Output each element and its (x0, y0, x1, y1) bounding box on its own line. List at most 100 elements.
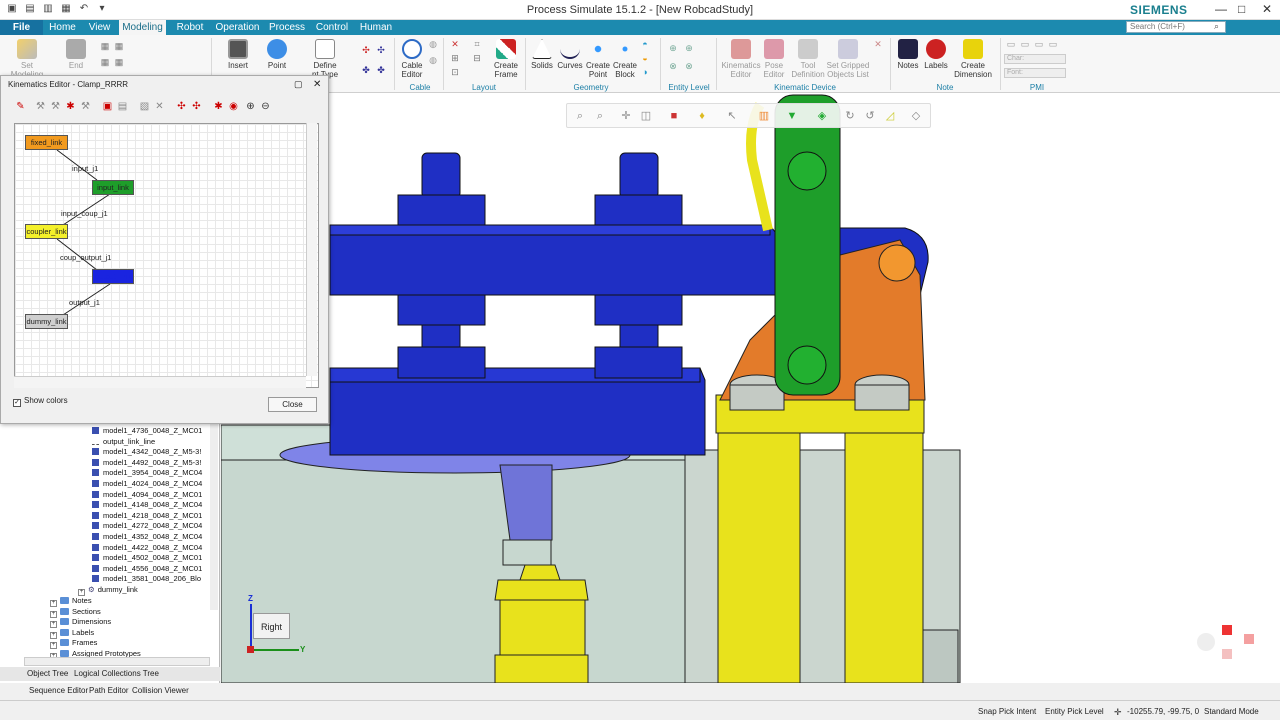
define-joint-type-button[interactable]: Definent Type (303, 39, 347, 79)
tree-item[interactable]: model1_3581_0048_206_Blo (92, 574, 201, 583)
tab-object-tree[interactable]: Object Tree (27, 669, 68, 678)
pmi-tool-icon[interactable]: ▭ (1048, 39, 1058, 49)
tree-item[interactable]: model1_4272_0048_Z_MC04 (92, 521, 202, 530)
link-tool-icon[interactable]: ⚒ (79, 100, 92, 113)
navigation-cube-icon[interactable] (1194, 620, 1264, 665)
placement-icon[interactable]: ◇ (909, 109, 923, 123)
zoom-out-icon[interactable]: ⊖ (259, 100, 272, 113)
graph-horizontal-scrollbar[interactable] (14, 376, 306, 388)
open-jog-icon[interactable]: ◉ (227, 100, 240, 113)
tree-item-dummy-link[interactable]: + ⚙ dummy_link (78, 585, 138, 596)
tab-sequence-editor[interactable]: Sequence Editor (29, 686, 88, 695)
layout-tool-icon[interactable]: ✕ (450, 39, 460, 49)
tree-item[interactable]: model1_4736_0048_Z_MC01 (92, 426, 202, 435)
cable-editor-button[interactable]: Cable Editor (398, 39, 426, 79)
minimize-icon[interactable]: — (1215, 2, 1227, 16)
properties-icon[interactable]: ▤ (116, 100, 129, 113)
tab-collision-viewer[interactable]: Collision Viewer (132, 686, 189, 695)
pick-level-icon[interactable]: ▼ (785, 109, 799, 123)
close-button[interactable]: Close (268, 397, 317, 412)
tab-home[interactable]: Home (45, 20, 80, 35)
zoom-icon[interactable]: ⌕ (593, 109, 607, 123)
entity-level-icon[interactable]: ⊗ (684, 61, 694, 71)
snap-icon[interactable]: ◈ (815, 109, 829, 123)
link-node-fixed[interactable]: fixed_link (25, 135, 68, 150)
entity-level-icon[interactable]: ⊕ (684, 43, 694, 53)
tab-logical-collections-tree[interactable]: Logical Collections Tree (74, 669, 159, 678)
point-cloud-button[interactable]: Point (255, 39, 299, 70)
zoom-in-icon[interactable]: ⊕ (244, 100, 257, 113)
tree-item[interactable]: model1_4556_0048_Z_MC01 (92, 564, 202, 573)
tree-item[interactable]: model1_4024_0048_Z_MC04 (92, 479, 202, 488)
set-tcp-icon[interactable]: ✣ (190, 100, 203, 113)
tree-folder[interactable]: + Dimensions (50, 617, 111, 629)
joint-label-output[interactable]: output_j1 (69, 298, 100, 307)
pan-icon[interactable]: ✛ (619, 109, 633, 123)
link-node-input[interactable]: input_link (92, 180, 134, 195)
close-dialog-icon[interactable]: ✕ (313, 79, 321, 90)
tree-item[interactable]: model1_4094_0048_Z_MC01 (92, 490, 202, 499)
tab-robot[interactable]: Robot (170, 20, 210, 35)
expand-icon[interactable]: + (78, 589, 85, 596)
tree-item[interactable]: model1_4502_0048_Z_MC01 (92, 553, 202, 562)
small-tool-icon[interactable]: ▦ (114, 41, 124, 51)
tree-item[interactable]: model1_3954_0048_Z_MC04 (92, 468, 202, 477)
measure-icon[interactable]: ◿ (883, 109, 897, 123)
tab-control[interactable]: Control (312, 20, 352, 35)
pmi-tool-icon[interactable]: ▭ (1034, 39, 1044, 49)
section-icon[interactable]: ▥ (757, 109, 771, 123)
tree-folder[interactable]: + Frames (50, 638, 97, 650)
cable-tool-icon[interactable]: ◍ (428, 39, 438, 49)
tree-item[interactable]: model1_4218_0048_Z_MC01 (92, 511, 202, 520)
small-tool-icon[interactable]: ▦ (100, 57, 110, 67)
lock-icon[interactable]: ✱ (212, 100, 225, 113)
tree-item[interactable]: model1_4492_0048_Z_M5-3! (92, 458, 201, 467)
end-modeling-button[interactable]: End (56, 39, 96, 70)
crank-icon[interactable]: ✱ (64, 100, 77, 113)
link-node-dummy[interactable]: dummy_link (25, 314, 68, 329)
maximize-icon[interactable]: □ (1238, 2, 1245, 16)
tab-file[interactable]: File (0, 20, 43, 35)
tree-item[interactable]: model1_4422_0048_Z_MC04 (92, 543, 202, 552)
layout-tool-icon[interactable]: ⌗ (472, 39, 482, 49)
tree-item[interactable]: model1_4148_0048_Z_MC04 (92, 500, 202, 509)
layout-tool-icon[interactable]: ⊟ (472, 53, 482, 63)
geometry-tool-icon[interactable]: ◒ (640, 53, 650, 63)
link-node-coupler[interactable]: coupler_link (25, 224, 68, 239)
create-dimension-button[interactable]: Create Dimension (951, 39, 995, 79)
link-node-output[interactable]: output_link (92, 269, 134, 284)
kinematics-graph[interactable]: fixed_link input_j1 input_link input_cou… (14, 123, 319, 388)
pmi-tool-icon[interactable]: ▭ (1006, 39, 1016, 49)
layout-tool-icon[interactable]: ⊞ (450, 53, 460, 63)
layout-tool-icon[interactable]: ⊡ (450, 67, 460, 77)
view-cube-icon[interactable]: ◫ (639, 109, 653, 123)
small-tool-icon[interactable]: ▦ (100, 41, 110, 51)
tab-operation[interactable]: Operation (214, 20, 261, 35)
kinematic-tool-icon[interactable]: ✕ (873, 39, 883, 49)
snap-pick-intent[interactable]: Snap Pick Intent (978, 707, 1036, 716)
joint-label-coup-output[interactable]: coup_output_j1 (60, 253, 111, 262)
tree-vertical-scrollbar[interactable] (210, 420, 218, 610)
entity-level-icon[interactable]: ⊗ (668, 61, 678, 71)
pick-filter-icon[interactable]: ↖ (725, 109, 739, 123)
delete-icon[interactable]: ▣ (101, 100, 114, 113)
geometry-tool-icon[interactable]: ◓ (640, 39, 650, 49)
create-link-icon[interactable]: ✎ (14, 100, 27, 113)
graph-vertical-scrollbar[interactable] (306, 123, 317, 376)
refresh-icon[interactable]: ↻ (843, 109, 857, 123)
show-colors-checkbox[interactable]: ✓ Show colors (13, 396, 68, 407)
tree-folder[interactable]: + Sections (50, 607, 101, 618)
rotate-icon[interactable]: ↺ (863, 109, 877, 123)
tree-folder[interactable]: + Labels (50, 628, 94, 639)
snap-icon[interactable]: ✤ (361, 65, 371, 75)
set-base-icon[interactable]: ✣ (175, 100, 188, 113)
set-gripped-objects-button[interactable]: Set Gripped Objects List (826, 39, 870, 79)
tab-process[interactable]: Process (265, 20, 309, 35)
small-tool-icon[interactable]: ▦ (114, 57, 124, 67)
copy-icon[interactable]: ▧ (138, 100, 151, 113)
tree-item[interactable]: model1_4352_0048_Z_MC04 (92, 532, 202, 541)
pmi-char-field[interactable]: Char: (1004, 54, 1066, 64)
tool-definition-button[interactable]: Tool Definition (786, 39, 830, 79)
light-icon[interactable]: ♦ (695, 109, 709, 123)
graphic-viewer[interactable] (221, 93, 1280, 683)
